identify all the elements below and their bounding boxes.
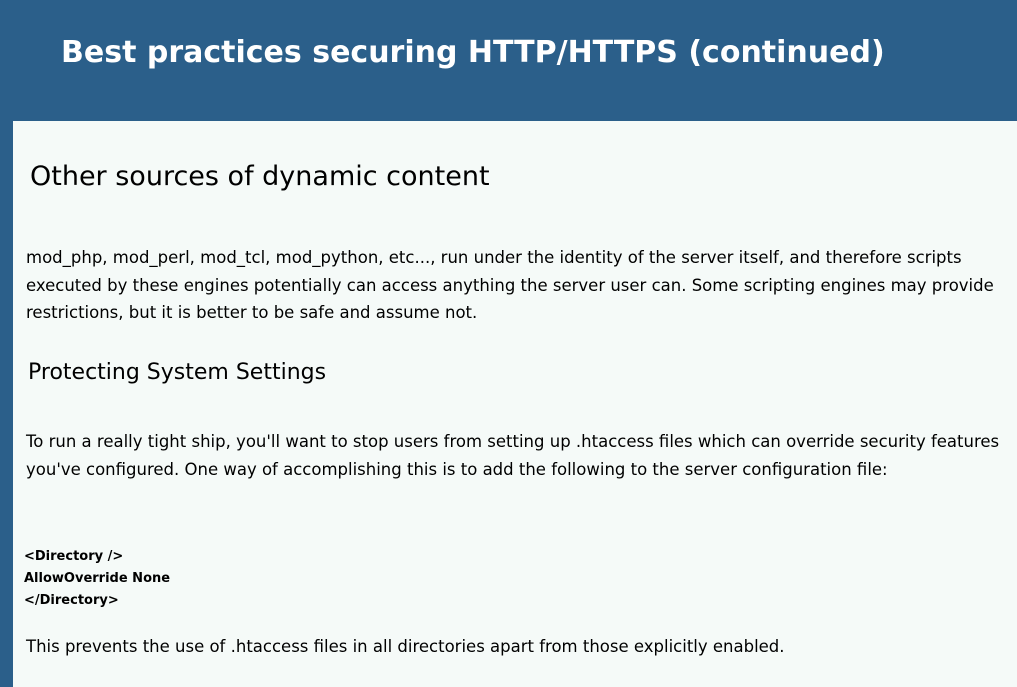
paragraph-conclusion: This prevents the use of .htaccess files…	[26, 637, 785, 656]
code-line-directory-close: </Directory>	[24, 593, 119, 608]
paragraph-dynamic-content: mod_php, mod_perl, mod_tcl, mod_python, …	[26, 248, 994, 322]
paragraph-protecting-settings: To run a really tight ship, you'll want …	[26, 432, 1000, 479]
config-code-block: <Directory /> AllowOverride None </Direc…	[24, 546, 170, 612]
code-line-allowoverride: AllowOverride None	[24, 571, 171, 586]
subsection-heading: Protecting System Settings	[28, 360, 327, 385]
content-panel: Other sources of dynamic content mod_php…	[13, 121, 1017, 687]
slide-header: Best practices securing HTTP/HTTPS (cont…	[0, 0, 1017, 118]
slide-title: Best practices securing HTTP/HTTPS (cont…	[61, 35, 885, 70]
section-heading: Other sources of dynamic content	[30, 161, 490, 192]
code-line-directory-open: <Directory />	[24, 549, 124, 564]
